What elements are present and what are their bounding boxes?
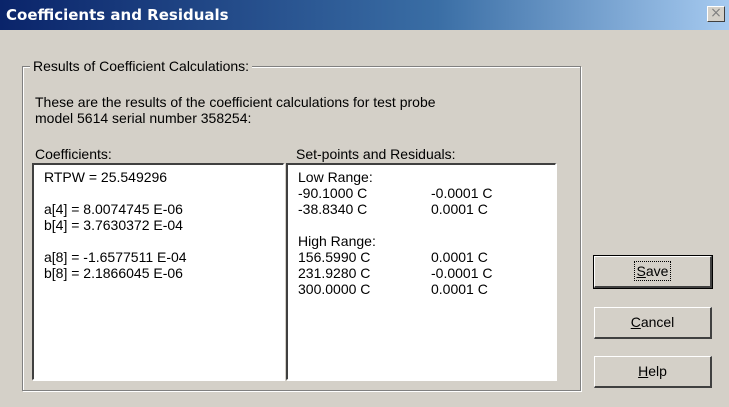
low-residual-2: 0.0001 C bbox=[431, 201, 488, 217]
residuals-label: Set-points and Residuals: bbox=[296, 146, 456, 162]
high-range-label: High Range: bbox=[298, 233, 376, 249]
group-legend: Results of Coefficient Calculations: bbox=[30, 58, 253, 74]
low-setpoint-2: -38.8340 C bbox=[298, 201, 368, 217]
residuals-box[interactable]: Low Range: -90.1000 C -0.0001 C -38.8340… bbox=[286, 163, 556, 380]
high-setpoint-1: 156.5990 C bbox=[298, 249, 371, 265]
high-residual-3: 0.0001 C bbox=[431, 281, 488, 297]
help-button-label: Help bbox=[638, 363, 667, 379]
save-button-label: Save bbox=[633, 261, 672, 281]
title-bar: Coefficients and Residuals × bbox=[0, 0, 729, 30]
close-icon[interactable]: × bbox=[707, 6, 725, 22]
cancel-mnemonic: C bbox=[630, 314, 641, 330]
high-residual-1: 0.0001 C bbox=[431, 249, 488, 265]
coefficients-label: Coefficients: bbox=[35, 146, 112, 162]
window-title: Coefficients and Residuals bbox=[6, 6, 229, 24]
high-setpoint-3: 300.0000 C bbox=[298, 281, 371, 297]
coefficient-a4: a[4] = 8.0074745 E-06 bbox=[44, 201, 183, 217]
results-description: These are the results of the coefficient… bbox=[35, 94, 555, 126]
help-label-rest: elp bbox=[648, 363, 667, 379]
low-setpoint-1: -90.1000 C bbox=[298, 185, 368, 201]
help-mnemonic: H bbox=[638, 363, 649, 379]
coefficient-b4: b[4] = 3.7630372 E-04 bbox=[44, 217, 183, 233]
low-range-label: Low Range: bbox=[298, 169, 373, 185]
cancel-button[interactable]: Cancel bbox=[594, 307, 712, 339]
save-label-rest: ave bbox=[645, 263, 669, 279]
coefficient-b8: b[8] = 2.1866045 E-06 bbox=[44, 265, 183, 281]
coefficients-box[interactable]: RTPW = 25.549296 a[4] = 8.0074745 E-06 b… bbox=[32, 163, 284, 380]
high-setpoint-2: 231.9280 C bbox=[298, 265, 371, 281]
cancel-label-rest: ancel bbox=[640, 314, 675, 330]
save-button[interactable]: Save bbox=[593, 255, 713, 289]
help-button[interactable]: Help bbox=[594, 356, 712, 388]
low-residual-1: -0.0001 C bbox=[431, 185, 493, 201]
high-residual-2: -0.0001 C bbox=[431, 265, 493, 281]
coefficient-a8: a[8] = -1.6577511 E-04 bbox=[44, 249, 187, 265]
description-line-1: These are the results of the coefficient… bbox=[35, 94, 436, 110]
description-line-2: model 5614 serial number 358254: bbox=[35, 110, 252, 126]
save-mnemonic: S bbox=[636, 263, 646, 279]
coefficient-rtpw: RTPW = 25.549296 bbox=[44, 169, 168, 185]
cancel-button-label: Cancel bbox=[631, 314, 675, 330]
